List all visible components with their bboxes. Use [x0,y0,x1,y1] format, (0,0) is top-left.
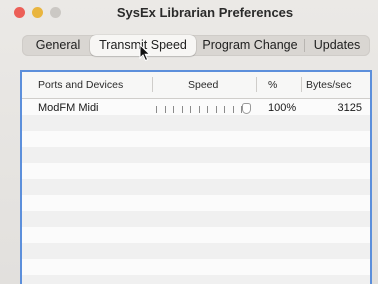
slider-tick [173,106,174,113]
speed-slider[interactable] [156,103,252,115]
slider-ticks [156,106,242,114]
table-row-empty [22,131,370,147]
devices-table: Ports and Devices Speed % Bytes/sec ModF… [20,70,372,284]
device-name: ModFM Midi [38,102,99,114]
slider-tick [207,106,208,113]
column-divider [152,77,153,92]
column-divider [301,77,302,92]
slider-tick [198,106,200,113]
table-row-empty [22,179,370,195]
slider-tick [215,106,217,113]
table-header: Ports and Devices Speed % Bytes/sec [22,72,370,99]
slider-tick [156,106,157,113]
window-title: SysEx Librarian Preferences [116,5,294,20]
column-header-bytes-per-sec[interactable]: Bytes/sec [306,79,352,91]
table-row-empty [22,259,370,275]
slider-knob[interactable] [242,103,251,114]
preferences-window: SysEx Librarian Preferences General Tran… [0,0,378,284]
slider-tick [190,106,191,113]
table-row-empty [22,147,370,163]
tab-program-change[interactable]: Program Change [198,35,302,56]
table-row-empty [22,227,370,243]
bytes-per-sec-value: 3125 [337,102,362,114]
tab-updates[interactable]: Updates [307,35,367,56]
table-row-empty [22,275,370,284]
preferences-tab-bar: General Transmit Speed Program Change Up… [22,35,370,56]
table-row-empty [22,115,370,131]
column-header-speed[interactable]: Speed [188,79,218,91]
column-header-ports-and-devices[interactable]: Ports and Devices [38,79,123,91]
mouse-pointer-icon [139,44,151,62]
table-row[interactable]: ModFM Midi 100% 3125 [22,99,370,117]
minimize-button[interactable] [32,7,43,18]
speed-percent: 100% [268,102,297,114]
table-row-empty [22,243,370,259]
slider-tick [181,106,183,113]
table-body [22,99,370,284]
tab-general[interactable]: General [26,35,90,56]
table-row-empty [22,163,370,179]
column-header-percent[interactable]: % [268,79,277,91]
close-button[interactable] [14,7,25,18]
slider-tick [232,106,234,113]
table-row-empty [22,211,370,227]
slider-tick [164,106,166,113]
tab-divider [304,39,305,52]
zoom-button[interactable] [50,7,61,18]
column-divider [256,77,257,92]
title-bar: SysEx Librarian Preferences [0,0,378,28]
slider-tick [224,106,225,113]
table-row-empty [22,195,370,211]
